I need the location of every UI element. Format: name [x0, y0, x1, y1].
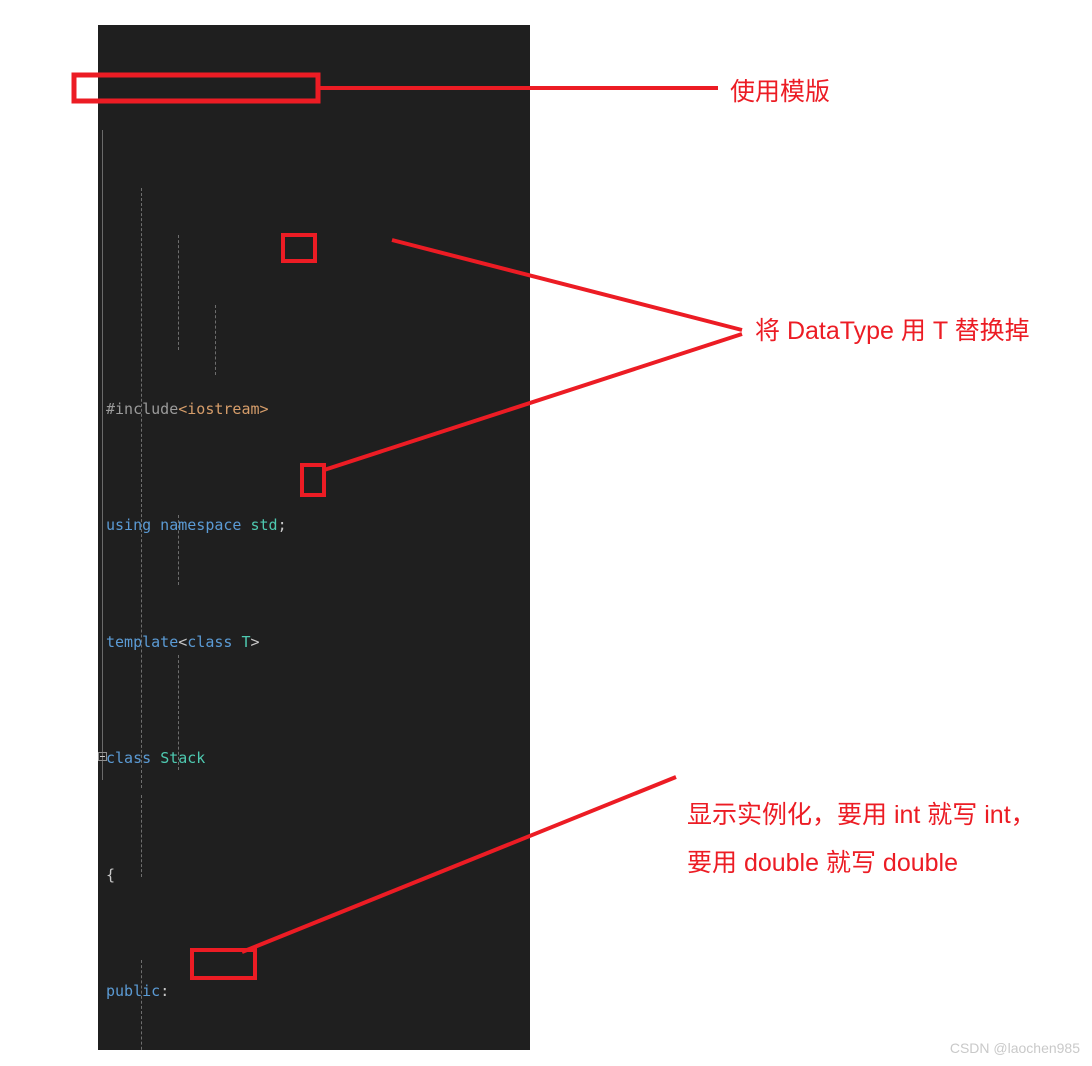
csdn-watermark: CSDN @laochen985 [949, 1040, 1080, 1056]
code-line[interactable]: public: [98, 980, 530, 1003]
indent-guide [141, 188, 142, 788]
code-line[interactable]: { [98, 864, 530, 887]
code-token: template [106, 632, 179, 651]
code-token: { [106, 865, 116, 884]
code-token: class [106, 749, 152, 768]
indent-guide [178, 235, 179, 350]
code-line[interactable]: using namespace std; [98, 514, 530, 537]
code-token: <iostream> [178, 399, 269, 418]
code-line-template[interactable]: template<class T> [98, 631, 530, 654]
code-token: T [241, 632, 251, 651]
code-token: public [106, 982, 161, 1001]
code-token: Stack [160, 749, 206, 768]
code-token: > [250, 632, 260, 651]
code-editor-panel[interactable]: #include<iostream> using namespace std; … [98, 25, 530, 1050]
code-token: ; [277, 516, 287, 535]
code-line[interactable]: class Stack [98, 747, 530, 770]
code-token: #include [106, 399, 179, 418]
code-token: std [250, 516, 278, 535]
code-line[interactable]: #include<iostream> [98, 398, 530, 421]
fold-bar [102, 130, 103, 780]
fold-toggle-icon[interactable] [98, 752, 107, 762]
indent-guide [141, 960, 142, 1050]
annotation-explicit-instantiation-line2: 要用 double 就写 double [687, 849, 958, 877]
code-token: < [178, 632, 188, 651]
annotation-use-template: 使用模版 [730, 78, 831, 106]
code-token: class [187, 632, 233, 651]
annotation-replace-datatype: 将 DataType 用 T 替换掉 [755, 317, 1030, 345]
code-area[interactable]: #include<iostream> using namespace std; … [98, 25, 530, 1050]
annotation-explicit-instantiation-line1: 显示实例化，要用 int 就写 int， [687, 801, 1036, 829]
code-token: : [160, 982, 170, 1001]
indent-guide [215, 305, 216, 375]
code-token: using namespace [106, 516, 251, 535]
